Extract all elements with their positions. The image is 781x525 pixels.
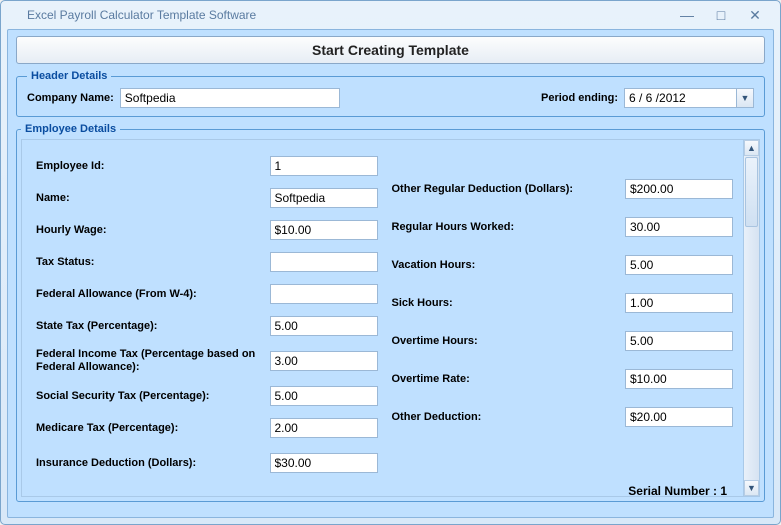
period-ending-input[interactable] — [624, 88, 736, 108]
row-tax-status: Tax Status: — [36, 246, 378, 278]
left-column: Employee Id: Name: Hourly Wage: — [36, 150, 378, 482]
insurance-deduction-label: Insurance Deduction (Dollars): — [36, 457, 270, 470]
federal-income-tax-input[interactable] — [270, 351, 378, 371]
federal-allowance-input[interactable] — [270, 284, 378, 304]
overtime-hours-label: Overtime Hours: — [392, 335, 626, 348]
other-regular-deduction-label: Other Regular Deduction (Dollars): — [392, 183, 626, 196]
row-other-deduction: Other Deduction: — [392, 398, 734, 436]
row-federal-allowance: Federal Allowance (From W-4): — [36, 278, 378, 310]
other-deduction-input[interactable] — [625, 407, 733, 427]
social-security-tax-input[interactable] — [270, 386, 378, 406]
row-vacation-hours: Vacation Hours: — [392, 246, 734, 284]
employee-columns: Employee Id: Name: Hourly Wage: — [36, 150, 733, 482]
name-input[interactable] — [270, 188, 378, 208]
other-regular-deduction-input[interactable] — [625, 179, 733, 199]
row-other-regular-deduction: Other Regular Deduction (Dollars): — [392, 170, 734, 208]
client-area: Start Creating Template Header Details C… — [7, 29, 774, 518]
right-column: Other Regular Deduction (Dollars): Regul… — [392, 150, 734, 482]
start-creating-template-button[interactable]: Start Creating Template — [16, 36, 765, 64]
hourly-wage-input[interactable] — [270, 220, 378, 240]
row-insurance-deduction: Insurance Deduction (Dollars): — [36, 444, 378, 482]
state-tax-label: State Tax (Percentage): — [36, 320, 270, 333]
hourly-wage-label: Hourly Wage: — [36, 224, 270, 237]
vacation-hours-label: Vacation Hours: — [392, 259, 626, 272]
overtime-hours-input[interactable] — [625, 331, 733, 351]
scroll-down-button[interactable]: ▼ — [744, 480, 759, 496]
medicare-tax-label: Medicare Tax (Percentage): — [36, 422, 270, 435]
window-title: Excel Payroll Calculator Template Softwa… — [9, 8, 676, 22]
social-security-tax-label: Social Security Tax (Percentage): — [36, 390, 270, 403]
window-buttons: — □ ✕ — [676, 7, 772, 23]
serial-number-label: Serial Number : 1 — [36, 482, 733, 498]
period-ending-picker: ▼ — [624, 88, 754, 108]
header-details-group: Header Details Company Name: Period endi… — [16, 70, 765, 117]
overtime-rate-input[interactable] — [625, 369, 733, 389]
vertical-scrollbar[interactable]: ▲ ▼ — [744, 139, 760, 497]
insurance-deduction-input[interactable] — [270, 453, 378, 473]
regular-hours-label: Regular Hours Worked: — [392, 221, 626, 234]
company-name-label: Company Name: — [27, 92, 114, 104]
employee-id-input[interactable] — [270, 156, 378, 176]
company-name-input[interactable] — [120, 88, 340, 108]
header-row: Company Name: Period ending: ▼ — [27, 88, 754, 108]
row-state-tax: State Tax (Percentage): — [36, 310, 378, 342]
minimize-button[interactable]: — — [676, 7, 698, 23]
close-button[interactable]: ✕ — [744, 7, 766, 23]
name-label: Name: — [36, 192, 270, 205]
row-medicare-tax: Medicare Tax (Percentage): — [36, 412, 378, 444]
employee-details-legend: Employee Details — [21, 123, 120, 135]
caret-up-icon: ▲ — [747, 143, 756, 153]
period-ending-dropdown-button[interactable]: ▼ — [736, 88, 754, 108]
row-social-security-tax: Social Security Tax (Percentage): — [36, 380, 378, 412]
app-window: Excel Payroll Calculator Template Softwa… — [0, 0, 781, 525]
medicare-tax-input[interactable] — [270, 418, 378, 438]
caret-down-icon: ▼ — [747, 483, 756, 493]
period-ending-label: Period ending: — [541, 92, 618, 104]
federal-income-tax-label: Federal Income Tax (Percentage based on … — [36, 348, 270, 373]
row-regular-hours: Regular Hours Worked: — [392, 208, 734, 246]
employee-scroll-area: Employee Id: Name: Hourly Wage: — [21, 139, 760, 497]
chevron-down-icon: ▼ — [741, 93, 750, 103]
regular-hours-input[interactable] — [625, 217, 733, 237]
scroll-up-button[interactable]: ▲ — [744, 140, 759, 156]
maximize-button[interactable]: □ — [710, 7, 732, 23]
employee-details-group: Employee Details Employee Id: Name: — [16, 123, 765, 502]
other-deduction-label: Other Deduction: — [392, 411, 626, 424]
row-name: Name: — [36, 182, 378, 214]
federal-allowance-label: Federal Allowance (From W-4): — [36, 288, 270, 301]
employee-content: Employee Id: Name: Hourly Wage: — [21, 139, 744, 497]
employee-id-label: Employee Id: — [36, 160, 270, 173]
row-overtime-rate: Overtime Rate: — [392, 360, 734, 398]
sick-hours-label: Sick Hours: — [392, 297, 626, 310]
titlebar: Excel Payroll Calculator Template Softwa… — [1, 1, 780, 29]
scroll-thumb[interactable] — [745, 157, 758, 227]
overtime-rate-label: Overtime Rate: — [392, 373, 626, 386]
row-hourly-wage: Hourly Wage: — [36, 214, 378, 246]
row-overtime-hours: Overtime Hours: — [392, 322, 734, 360]
row-federal-income-tax: Federal Income Tax (Percentage based on … — [36, 342, 378, 380]
row-sick-hours: Sick Hours: — [392, 284, 734, 322]
vacation-hours-input[interactable] — [625, 255, 733, 275]
row-employee-id: Employee Id: — [36, 150, 378, 182]
tax-status-input[interactable] — [270, 252, 378, 272]
sick-hours-input[interactable] — [625, 293, 733, 313]
state-tax-input[interactable] — [270, 316, 378, 336]
tax-status-label: Tax Status: — [36, 256, 270, 269]
header-details-legend: Header Details — [27, 70, 111, 82]
